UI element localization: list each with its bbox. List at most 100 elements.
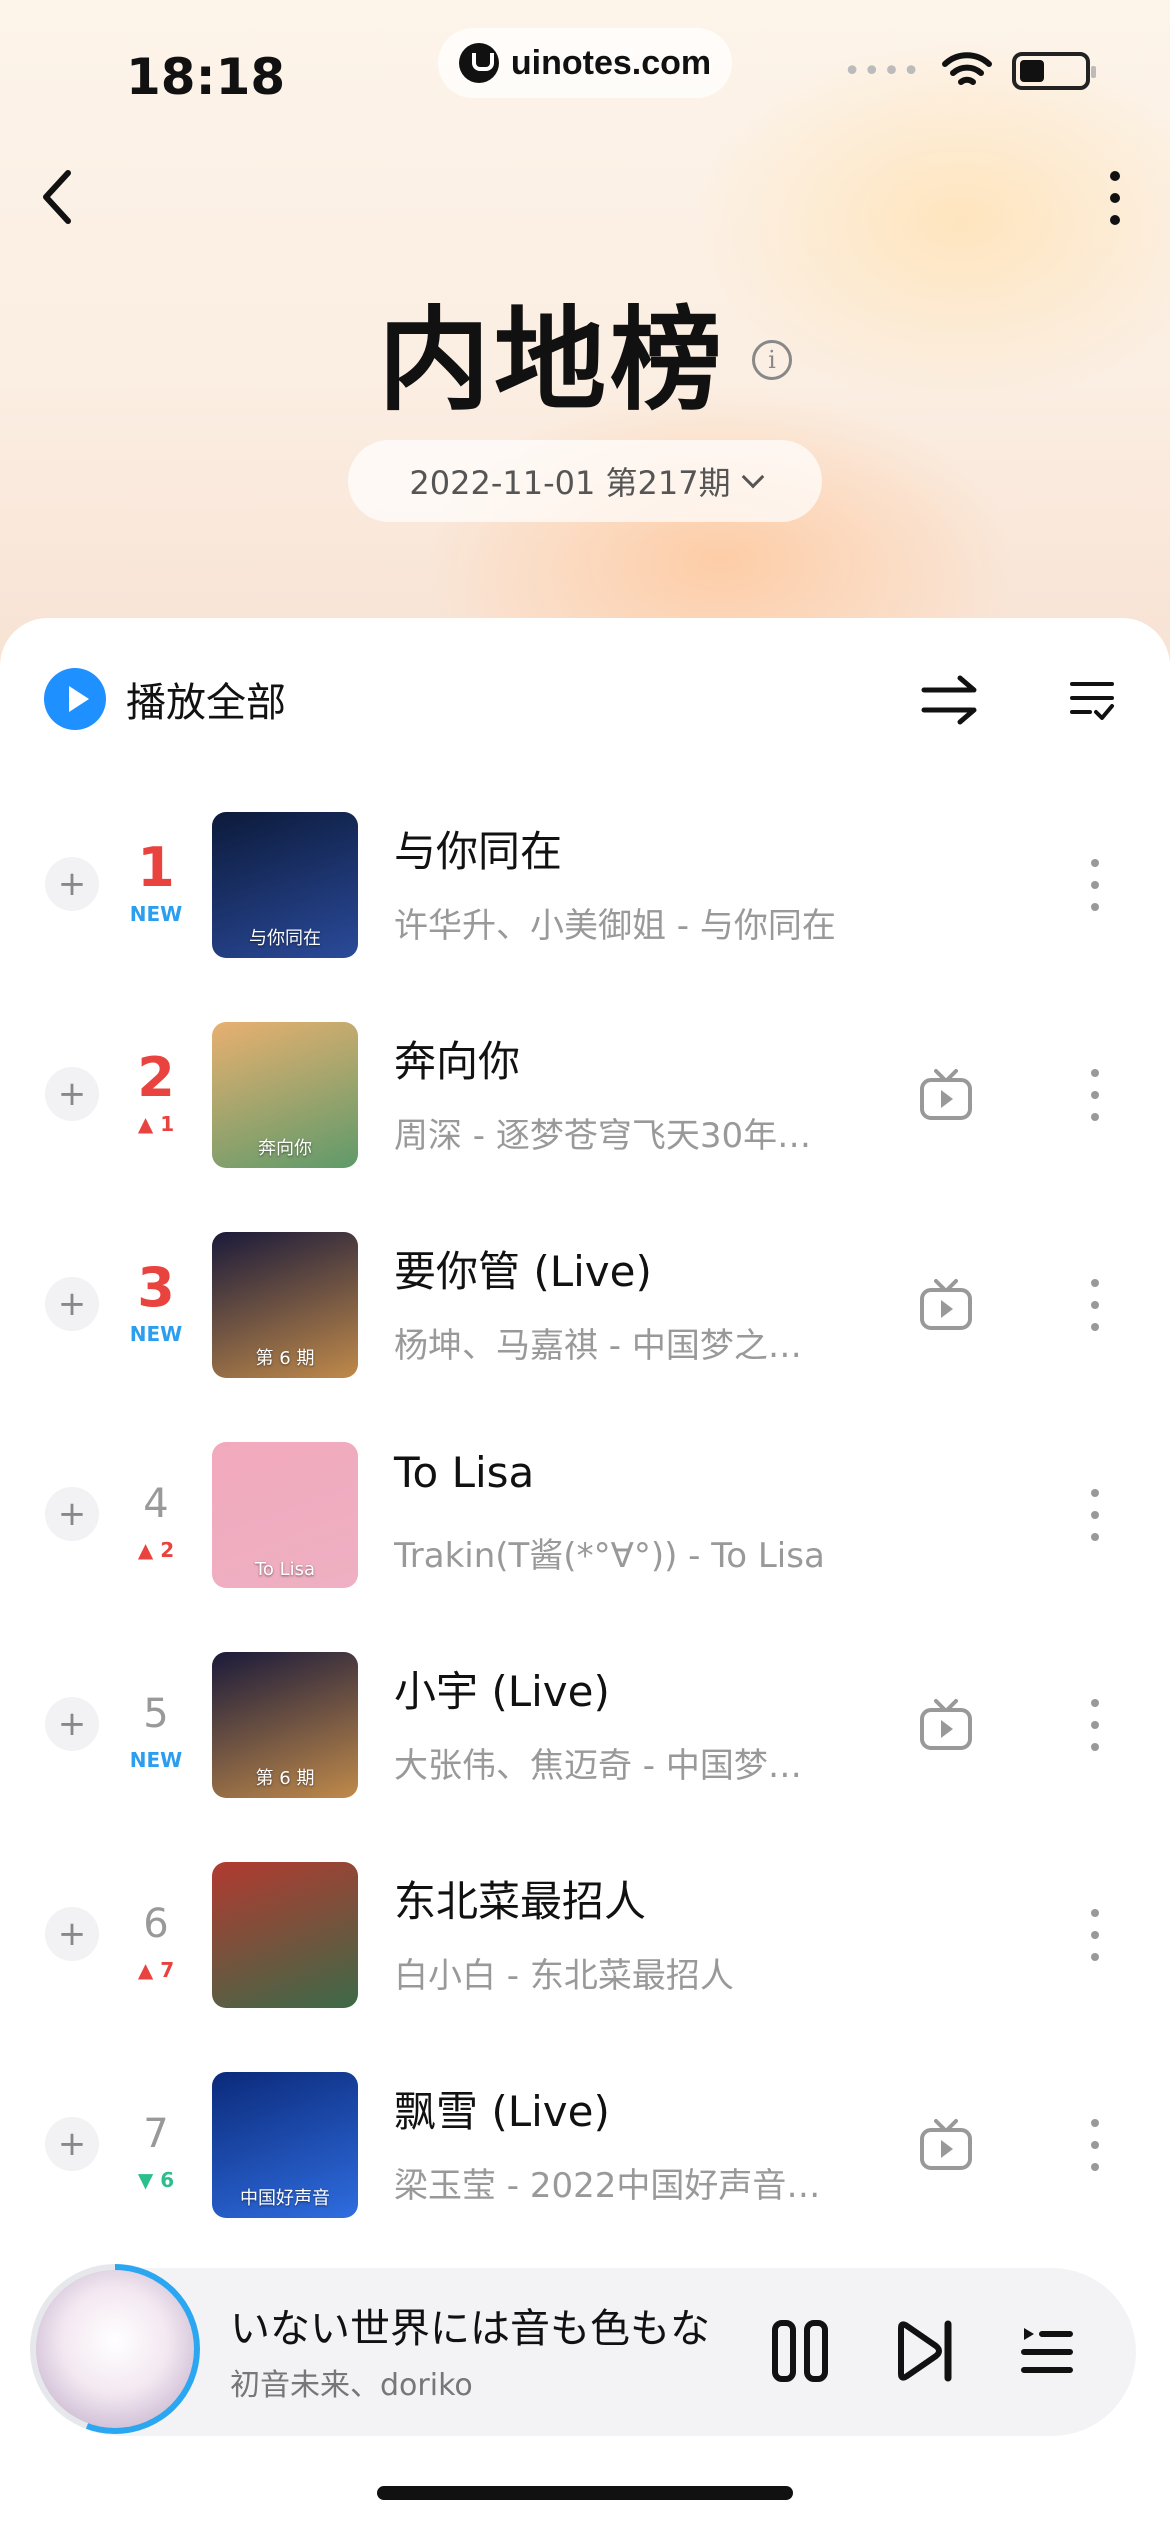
play-all-button[interactable]: 播放全部 — [44, 668, 286, 730]
rank-badge: 3 NEW — [116, 1256, 196, 1347]
rank-change: ▲ 1 — [137, 1112, 175, 1136]
cover-text: 第 6 期 — [255, 1348, 315, 1369]
cover-text: 奔向你 — [258, 1138, 312, 1159]
cover-text: 与你同在 — [249, 928, 321, 949]
chart-title-row: 内地榜 i — [0, 270, 1170, 432]
play-all-label: 播放全部 — [126, 680, 286, 726]
info-icon[interactable]: i — [752, 340, 792, 380]
song-artist-album: 白小白 - 东北菜最招人 — [394, 1956, 734, 1996]
song-more-button[interactable] — [1080, 1905, 1110, 1965]
next-track-button[interactable] — [896, 2320, 954, 2382]
album-cover[interactable]: 奔向你 — [212, 1022, 358, 1168]
issue-label: 2022-11-01 第217期 — [409, 464, 731, 502]
cellular-signal-icon: •••• — [843, 53, 922, 89]
rank-number: 7 — [143, 2111, 169, 2157]
song-title: 东北菜最招人 — [394, 1877, 647, 1926]
mv-video-icon[interactable] — [918, 2118, 974, 2172]
song-row[interactable]: +7 ▼ 6 中国好声音 飘雪 (Live) 梁玉莹 - 2022中国好声音… — [0, 2040, 1170, 2250]
rank-number: 3 — [137, 1256, 175, 1319]
song-artist-album: 梁玉莹 - 2022中国好声音… — [394, 2166, 821, 2206]
rank-change: NEW — [129, 1322, 183, 1346]
song-row[interactable]: +6 ▲ 7 东北菜最招人 白小白 - 东北菜最招人 — [0, 1830, 1170, 2040]
url-text: uinotes.com — [510, 43, 712, 82]
song-more-button[interactable] — [1080, 1275, 1110, 1335]
site-logo-icon — [458, 43, 499, 83]
album-cover[interactable]: 第 6 期 — [212, 1232, 358, 1378]
album-cover[interactable] — [212, 1862, 358, 2008]
song-more-button[interactable] — [1080, 1065, 1110, 1125]
issue-selector[interactable]: 2022-11-01 第217期 — [348, 440, 822, 522]
cover-text: To Lisa — [254, 1559, 316, 1580]
rank-badge: 4 ▲ 2 — [116, 1476, 196, 1562]
song-title: 与你同在 — [394, 827, 563, 876]
chevron-down-icon — [741, 465, 764, 489]
song-row[interactable]: +1 NEW 与你同在 与你同在 许华升、小美御姐 - 与你同在 — [0, 780, 1170, 990]
play-icon — [44, 668, 106, 730]
rank-number: 2 — [137, 1046, 175, 1109]
song-more-button[interactable] — [1080, 1485, 1110, 1545]
cover-text: 中国好声音 — [240, 2188, 330, 2209]
add-to-playlist-button[interactable]: + — [45, 1067, 99, 1121]
song-title: 飘雪 (Live) — [394, 2087, 610, 2136]
rank-change: NEW — [129, 902, 183, 926]
more-options-button[interactable] — [1100, 168, 1130, 228]
pause-button[interactable] — [770, 2320, 830, 2382]
rank-number: 5 — [143, 1691, 169, 1737]
song-more-button[interactable] — [1080, 2115, 1110, 2175]
song-more-button[interactable] — [1080, 1695, 1110, 1755]
rank-number: 4 — [143, 1481, 169, 1527]
mv-video-icon[interactable] — [918, 1698, 974, 1752]
rank-change: ▲ 2 — [137, 1538, 175, 1562]
song-artist-album: 周深 - 逐梦苍穹飞天30年… — [394, 1116, 812, 1156]
add-to-playlist-button[interactable]: + — [45, 1487, 99, 1541]
rank-badge: 1 NEW — [116, 836, 196, 927]
add-to-playlist-button[interactable]: + — [45, 857, 99, 911]
now-playing-artist: 初音未来、doriko — [230, 2368, 473, 2403]
song-title: 小宇 (Live) — [394, 1667, 610, 1716]
song-artist-album: 杨坤、马嘉祺 - 中国梦之… — [394, 1326, 802, 1366]
status-icons: •••• — [843, 52, 1096, 90]
batch-manage-button[interactable] — [1068, 676, 1116, 724]
playlist-button[interactable] — [1020, 2322, 1074, 2378]
cover-text: 第 6 期 — [255, 1768, 315, 1789]
album-cover[interactable]: To Lisa — [212, 1442, 358, 1588]
rank-badge: 7 ▼ 6 — [116, 2106, 196, 2192]
add-to-playlist-button[interactable]: + — [45, 1697, 99, 1751]
add-to-playlist-button[interactable]: + — [45, 1277, 99, 1331]
song-artist-album: 许华升、小美御姐 - 与你同在 — [394, 906, 836, 946]
rank-badge: 2 ▲ 1 — [116, 1046, 196, 1137]
add-to-playlist-button[interactable]: + — [45, 1907, 99, 1961]
album-cover[interactable]: 第 6 期 — [212, 1652, 358, 1798]
rank-change: ▼ 6 — [137, 2168, 175, 2192]
song-artist-album: Trakin(T酱(*°∀°)) - To Lisa — [394, 1536, 825, 1576]
album-cover[interactable]: 中国好声音 — [212, 2072, 358, 2218]
rank-number: 6 — [143, 1901, 169, 1947]
song-title: To Lisa — [394, 1448, 535, 1497]
album-cover[interactable]: 与你同在 — [212, 812, 358, 958]
rank-badge: 6 ▲ 7 — [116, 1896, 196, 1982]
song-more-button[interactable] — [1080, 855, 1110, 915]
album-art — [36, 2270, 194, 2428]
url-pill[interactable]: uinotes.com — [438, 28, 732, 98]
now-playing-cover[interactable] — [30, 2264, 200, 2434]
rank-change: ▲ 7 — [137, 1958, 175, 1982]
rank-change: NEW — [129, 1748, 183, 1772]
song-artist-album: 大张伟、焦迈奇 - 中国梦… — [394, 1746, 802, 1786]
chevron-left-icon — [43, 170, 71, 224]
play-mode-button[interactable] — [920, 672, 980, 728]
song-title: 要你管 (Live) — [394, 1247, 652, 1296]
song-row[interactable]: +3 NEW 第 6 期 要你管 (Live) 杨坤、马嘉祺 - 中国梦之… — [0, 1200, 1170, 1410]
home-indicator — [377, 2486, 793, 2500]
song-row[interactable]: +2 ▲ 1 奔向你 奔向你 周深 - 逐梦苍穹飞天30年… — [0, 990, 1170, 1200]
add-to-playlist-button[interactable]: + — [45, 2117, 99, 2171]
wifi-icon — [942, 52, 992, 85]
page-title: 内地榜 — [378, 296, 726, 426]
now-playing-title: いない世界には音も色もな — [230, 2306, 710, 2352]
status-time: 18:18 — [126, 48, 286, 106]
back-button[interactable] — [32, 162, 82, 232]
mv-video-icon[interactable] — [918, 1278, 974, 1332]
mv-video-icon[interactable] — [918, 1068, 974, 1122]
song-row[interactable]: +4 ▲ 2 To Lisa To Lisa Trakin(T酱(*°∀°)) - To… — [0, 1410, 1170, 1620]
song-row[interactable]: +5 NEW 第 6 期 小宇 (Live) 大张伟、焦迈奇 - 中国梦… — [0, 1620, 1170, 1830]
rank-number: 1 — [137, 836, 175, 899]
